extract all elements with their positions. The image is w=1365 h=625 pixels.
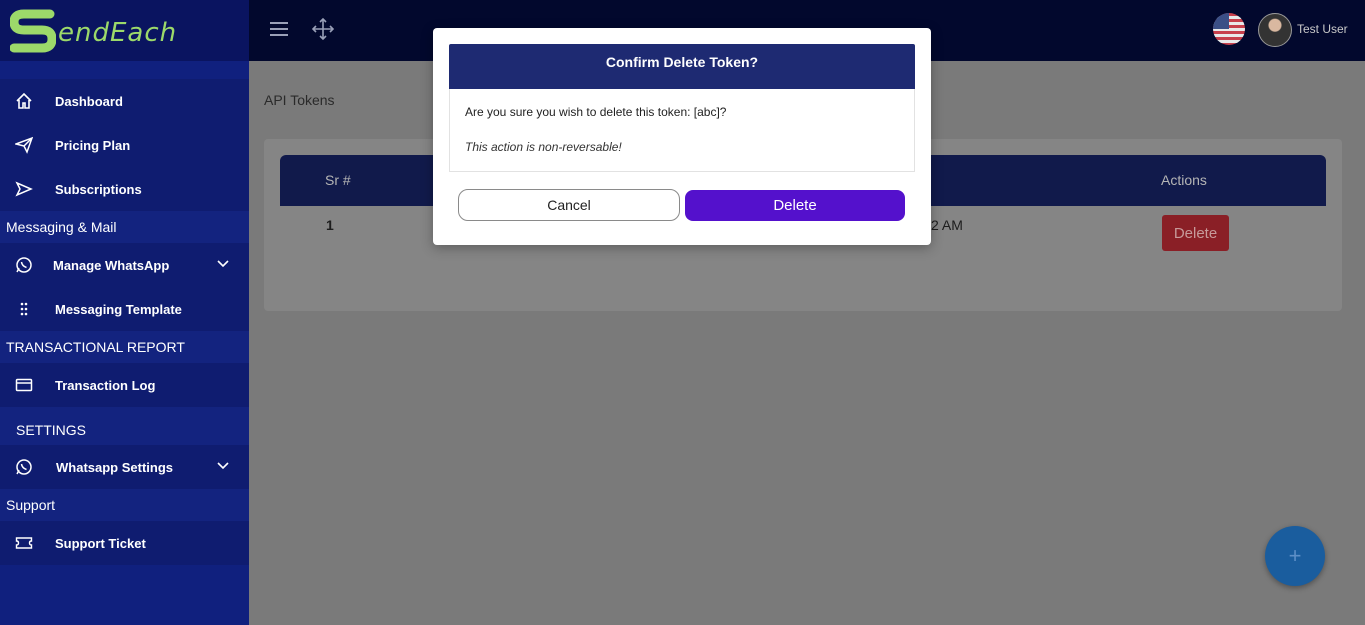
sidebar-item-label: Transaction Log	[55, 377, 156, 393]
send-icon	[15, 180, 33, 198]
row-delete-button[interactable]: Delete	[1162, 215, 1229, 251]
credit-card-icon	[15, 376, 33, 394]
logo-text: endEach	[58, 18, 178, 48]
move-arrows-icon[interactable]	[312, 17, 334, 41]
sidebar-item-label: Pricing Plan	[55, 137, 131, 153]
chevron-down-icon[interactable]	[216, 461, 230, 471]
page-title: API Tokens	[264, 92, 335, 108]
sidebar-item-messaging-template[interactable]: Messaging Template	[0, 287, 249, 331]
sidebar-item-manage-whatsapp[interactable]: Manage WhatsApp	[0, 243, 249, 287]
whatsapp-icon	[15, 458, 33, 476]
whatsapp-icon	[15, 256, 33, 274]
modal-question: Are you sure you wish to delete this tok…	[465, 105, 727, 119]
section-support: Support	[0, 489, 249, 521]
section-messaging: Messaging & Mail	[0, 211, 249, 243]
modal-body: Are you sure you wish to delete this tok…	[449, 89, 915, 172]
grip-icon	[15, 300, 33, 318]
column-header-actions: Actions	[1161, 172, 1207, 188]
confirm-delete-modal: Confirm Delete Token? Are you sure you w…	[433, 28, 931, 245]
modal-title: Confirm Delete Token?	[449, 44, 915, 89]
sidebar-item-label: Whatsapp Settings	[56, 459, 174, 475]
hamburger-menu-icon[interactable]	[269, 18, 289, 40]
sidebar-item-dashboard[interactable]: Dashboard	[0, 79, 249, 123]
logo[interactable]: endEach	[0, 0, 249, 61]
sidebar-item-label: Dashboard	[55, 93, 123, 109]
paper-plane-icon	[15, 136, 33, 154]
confirm-delete-button[interactable]: Delete	[685, 190, 905, 221]
table-cell-time: 2 AM	[931, 217, 963, 233]
table-cell-sr: 1	[326, 217, 334, 233]
us-flag-icon[interactable]	[1213, 13, 1245, 45]
cancel-button[interactable]: Cancel	[458, 189, 680, 221]
sidebar: endEach Dashboard Pricing Plan Subscript…	[0, 0, 249, 625]
sidebar-item-transaction-log[interactable]: Transaction Log	[0, 363, 249, 407]
user-name[interactable]: Test User	[1297, 22, 1348, 36]
avatar[interactable]	[1258, 13, 1292, 47]
sidebar-item-label: Subscriptions	[55, 181, 142, 197]
section-settings: SETTINGS	[0, 407, 249, 445]
ticket-icon	[15, 534, 33, 552]
sidebar-item-support-ticket[interactable]: Support Ticket	[0, 521, 249, 565]
sidebar-item-whatsapp-settings[interactable]: Whatsapp Settings	[0, 445, 249, 489]
column-header-sr: Sr #	[325, 172, 351, 188]
sidebar-item-pricing-plan[interactable]: Pricing Plan	[0, 123, 249, 167]
sidebar-item-label: Manage WhatsApp	[53, 257, 170, 273]
plus-icon: +	[1288, 543, 1302, 568]
section-transactional-report: TRANSACTIONAL REPORT	[0, 331, 249, 363]
sidebar-item-subscriptions[interactable]: Subscriptions	[0, 167, 249, 211]
add-token-button[interactable]: +	[1265, 526, 1325, 586]
sidebar-nav: Dashboard Pricing Plan Subscriptions Mes…	[0, 79, 249, 565]
sidebar-item-label: Support Ticket	[55, 535, 146, 551]
chevron-down-icon[interactable]	[216, 259, 230, 269]
home-icon	[15, 92, 33, 110]
modal-warning: This action is non-reversable!	[465, 140, 622, 154]
sidebar-item-label: Messaging Template	[55, 301, 182, 317]
logo-s-icon	[10, 9, 56, 53]
